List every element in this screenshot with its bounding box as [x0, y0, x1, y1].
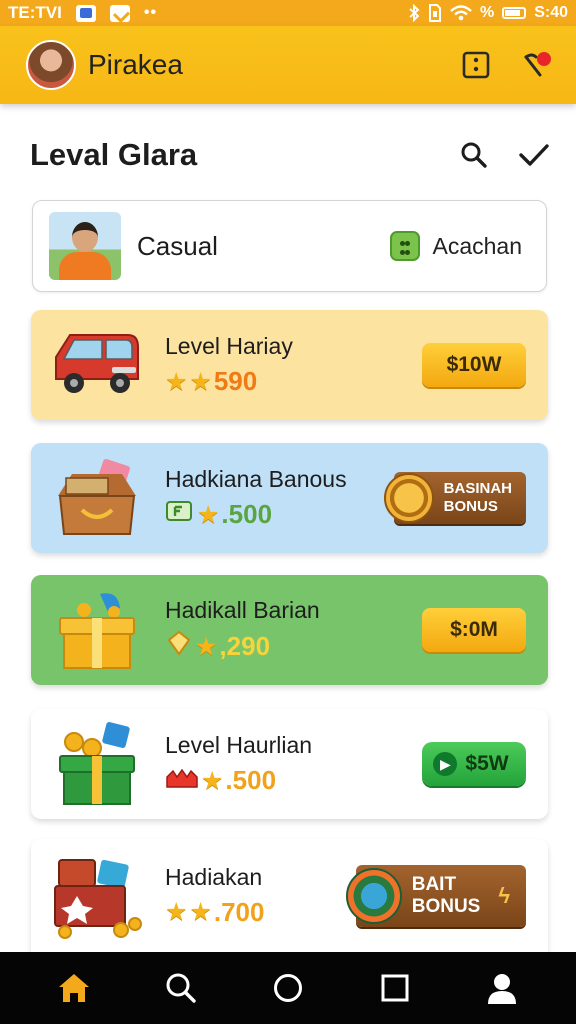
check-icon[interactable] — [518, 139, 550, 171]
gift-box-icon — [49, 722, 145, 806]
reward-card[interactable]: Hadikall Barian ★ ,290 $:0M — [31, 575, 548, 685]
reward-name: Hadkiana Banous — [165, 466, 347, 492]
lightning-icon: ϟ — [498, 882, 510, 908]
treasure-box-icon — [49, 456, 145, 540]
carrier-label: TE:TVI — [8, 3, 62, 22]
reward-value: .700 — [213, 896, 265, 927]
home-icon[interactable] — [54, 968, 94, 1008]
medal-icon — [383, 473, 434, 523]
battery-percent: % — [479, 4, 495, 21]
reward-name: Level Hariay — [165, 333, 293, 359]
star-icon: ★ — [189, 898, 212, 926]
wifi-icon — [450, 5, 472, 21]
more-notifications-icon: •• — [143, 4, 158, 21]
reward-name: Hadiakan — [165, 863, 263, 890]
page-header: Leval Glara — [30, 130, 550, 180]
bottom-navigation — [0, 952, 576, 1024]
price-label: $5W — [465, 752, 509, 775]
square-icon — [75, 4, 96, 22]
reward-rating: ★ .500 — [165, 765, 312, 796]
star-icon: ★ — [165, 367, 188, 396]
battery-icon — [502, 7, 527, 19]
reward-card[interactable]: Level Hariay ★ ★ 590 $10W — [31, 310, 548, 420]
bonus-line-1: BASINAH — [443, 480, 512, 497]
reward-value: 590 — [213, 366, 258, 396]
category-filter[interactable]: Casual Acachan — [32, 200, 547, 292]
category-label: Casual — [137, 230, 218, 261]
reward-name: Level Haurlian — [165, 732, 313, 758]
app-title: Pirakea — [88, 49, 183, 80]
avatar[interactable] — [26, 40, 76, 90]
page-title: Leval Glara — [30, 137, 198, 172]
reward-card[interactable]: Level Haurlian ★ .500 ▶ $5W — [31, 709, 548, 819]
profile-icon[interactable] — [482, 968, 522, 1008]
ticket-icon — [165, 499, 195, 530]
profile-thumbnail — [49, 212, 121, 280]
dice-icon — [390, 231, 421, 261]
bonus-line-1: BAIT — [411, 873, 457, 895]
reward-card[interactable]: Hadiakan ★ ★ .700 BAIT BONUS ϟ — [31, 839, 548, 952]
play-icon: ▶ — [433, 752, 458, 776]
reward-rating: ★ .500 — [165, 499, 347, 530]
bonus-line-2: BONUS — [411, 895, 481, 917]
reward-rating: ★ ★ .700 — [165, 897, 264, 928]
star-icon: ★ — [201, 766, 224, 795]
pin-icon[interactable] — [522, 49, 554, 81]
reward-value: ,290 — [219, 631, 271, 661]
reward-rating: ★ ★ 590 — [165, 366, 293, 397]
square-icon[interactable] — [375, 968, 415, 1008]
check-square-icon — [109, 4, 130, 22]
search-icon[interactable] — [458, 139, 490, 171]
play-price-button[interactable]: ▶ $5W — [422, 742, 526, 786]
reward-value: .500 — [221, 499, 273, 529]
price-button[interactable]: $10W — [422, 343, 526, 387]
van-icon — [49, 323, 145, 407]
search-icon[interactable] — [161, 968, 201, 1008]
reward-value: .500 — [225, 765, 277, 795]
sim-icon — [428, 4, 442, 22]
star-icon: ★ — [165, 898, 188, 926]
app-bar: Pirakea — [0, 26, 576, 104]
bonus-badge[interactable]: BASINAH BONUS — [383, 472, 526, 524]
star-icon: ★ — [197, 500, 220, 529]
circle-icon[interactable] — [268, 968, 308, 1008]
star-icon: ★ — [189, 367, 212, 396]
treasure-chest-icon — [49, 854, 145, 939]
gem-icon — [165, 630, 193, 663]
price-button[interactable]: $:0M — [422, 608, 526, 652]
category-option-label: Acachan — [432, 232, 522, 259]
medal-icon — [345, 867, 402, 924]
bonus-line-2: BONUS — [443, 498, 498, 515]
reward-rating: ★ ,290 — [165, 630, 320, 663]
clock: S:40 — [534, 4, 568, 21]
reward-name: Hadikall Barian — [165, 597, 320, 623]
crown-icon — [165, 765, 199, 796]
star-icon: ★ — [195, 632, 218, 661]
gift-box-icon — [49, 588, 145, 672]
category-option[interactable]: Acachan — [390, 231, 522, 261]
menu-dots-icon[interactable] — [460, 49, 492, 81]
status-bar: TE:TVI •• % S:40 — [0, 0, 576, 26]
reward-card[interactable]: Hadkiana Banous ★ .500 BASINAH BONUS — [31, 443, 548, 553]
bonus-badge[interactable]: BAIT BONUS ϟ — [345, 864, 526, 927]
bluetooth-icon — [408, 4, 420, 22]
